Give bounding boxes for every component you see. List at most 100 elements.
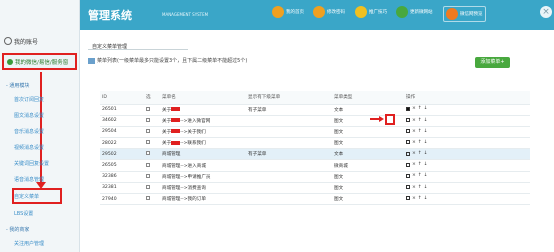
edit-icon[interactable] [406, 118, 410, 123]
edit-icon[interactable] [406, 151, 410, 156]
delete-icon[interactable]: × [412, 106, 416, 111]
account-link[interactable]: 我的账号 [0, 32, 79, 50]
move-up-icon[interactable]: ↑ [418, 118, 422, 123]
cell-parent [246, 193, 332, 206]
row-checkbox[interactable] [146, 184, 150, 189]
edit-icon[interactable] [406, 196, 410, 201]
nav-preview[interactable]: 微信网预览 [443, 6, 486, 22]
move-down-icon[interactable]: ↓ [424, 196, 428, 201]
cell-ops: × ↑ ↓ [404, 148, 530, 161]
sidebar-item-custom-menu[interactable]: 自定义菜单 [14, 193, 39, 200]
move-down-icon[interactable]: ↓ [424, 129, 428, 134]
delete-icon[interactable]: × [412, 173, 416, 178]
edit-icon[interactable] [406, 162, 410, 167]
move-up-icon[interactable]: ↑ [418, 185, 422, 190]
nav-label: 推广技巧 [369, 10, 387, 15]
delete-icon[interactable]: × [412, 129, 416, 134]
cell-select [144, 193, 160, 206]
move-up-icon[interactable]: ↑ [418, 151, 422, 156]
sidebar-item[interactable]: 关键词回复设置 [14, 160, 49, 167]
cell-type: 图文 [332, 182, 404, 195]
move-down-icon[interactable]: ↓ [424, 185, 428, 190]
edit-icon[interactable] [406, 140, 410, 145]
row-checkbox[interactable] [146, 140, 150, 145]
edit-icon[interactable] [406, 173, 410, 178]
cell-ops: × ↑ ↓ [404, 137, 530, 150]
table-row[interactable]: 32381 商城管理-->消费查询 图文 × ↑ ↓ [100, 182, 530, 195]
edit-icon[interactable] [406, 185, 410, 190]
cell-ops: × ↑ ↓ [404, 126, 530, 139]
cell-type: 图文 [332, 193, 404, 206]
table-row[interactable]: 29504 关于 -->关于我们 图文 × ↑ ↓ [100, 126, 530, 139]
table-row[interactable]: 34602 关于 -->进入微官网 图文 × ↑ ↓ [100, 115, 530, 127]
cell-id: 26505 [100, 159, 144, 172]
main-content: 自定义菜单管理 菜单列表(一级菜单最多只能设置3个，且下属二级菜单不能超过5个)… [80, 30, 554, 252]
table-row[interactable]: 32386 商城管理-->申请推广员 图文 × ↑ ↓ [100, 171, 530, 183]
sidebar-item[interactable]: 首次订阅回复 [14, 96, 44, 103]
row-checkbox[interactable] [146, 162, 150, 167]
nav-tips[interactable]: 推广技巧 [355, 6, 387, 18]
delete-icon[interactable]: × [412, 151, 416, 156]
cell-select [144, 126, 160, 139]
move-down-icon[interactable]: ↓ [424, 140, 428, 145]
row-checkbox[interactable] [146, 196, 150, 201]
group-merchant[interactable]: - 我的商家 [6, 226, 29, 233]
move-up-icon[interactable]: ↑ [418, 162, 422, 167]
lock-icon [313, 6, 325, 18]
row-checkbox[interactable] [146, 151, 150, 156]
row-checkbox[interactable] [146, 128, 150, 133]
table-row[interactable]: 29502 商城管理 有子菜单 文本 × ↑ ↓ [100, 148, 530, 161]
move-down-icon[interactable]: ↓ [424, 173, 428, 178]
sidebar-item[interactable]: 视频消息设置 [14, 144, 44, 151]
table-header-row: ID 选 菜单名 显示有下级菜单 菜单类型 操作 [100, 91, 530, 105]
move-down-icon[interactable]: ↓ [424, 162, 428, 167]
group-general[interactable]: - 通用模块 [6, 82, 29, 89]
menu-name: 关于 [162, 129, 172, 135]
cell-type: 文本 [332, 148, 404, 161]
edit-icon[interactable] [406, 106, 410, 111]
row-checkbox[interactable] [146, 106, 150, 111]
table-row[interactable]: 27940 商城管理-->我的订单 图文 × ↑ ↓ [100, 193, 530, 206]
delete-icon[interactable]: × [412, 185, 416, 190]
menu-name-suffix: -->关于我们 [180, 129, 206, 135]
wechat-section[interactable]: 我的微信/易信/服务窗 [2, 53, 77, 70]
col-id: ID [100, 91, 144, 105]
cell-ops: × ↑ ↓ [404, 182, 530, 195]
move-up-icon[interactable]: ↑ [418, 140, 422, 145]
list-icon [88, 57, 95, 64]
nav-update-site[interactable]: 更新微网站 [396, 6, 433, 18]
table-row[interactable]: 26501 关于 有子菜单 文本 × ↑ ↓ [100, 104, 530, 116]
move-down-icon[interactable]: ↓ [424, 106, 428, 111]
notice-text: 菜单列表(一级菜单最多只能设置3个，且下属二级菜单不能超过5个) [97, 58, 248, 64]
table-row[interactable]: 28022 关于 -->联系我们 图文 × ↑ ↓ [100, 137, 530, 150]
sidebar-item[interactable]: 图文消息设置 [14, 112, 44, 119]
nav-home[interactable]: 我的首页 [272, 6, 304, 18]
delete-icon[interactable]: × [412, 140, 416, 145]
sidebar-item[interactable]: LBS设置 [14, 210, 33, 217]
delete-icon[interactable]: × [412, 196, 416, 201]
cell-ops: × ↑ ↓ [404, 104, 530, 116]
move-up-icon[interactable]: ↑ [418, 173, 422, 178]
add-menu-button[interactable]: 添加菜单+ [475, 57, 510, 68]
delete-icon[interactable]: × [412, 118, 416, 123]
move-up-icon[interactable]: ↑ [418, 129, 422, 134]
sidebar-item[interactable]: 语音消息管理 [14, 176, 44, 183]
sidebar: 我的账号 我的微信/易信/服务窗 - 通用模块 首次订阅回复 图文消息设置 音乐… [0, 0, 80, 252]
move-up-icon[interactable]: ↑ [418, 196, 422, 201]
move-down-icon[interactable]: ↓ [424, 118, 428, 123]
delete-icon[interactable]: × [412, 162, 416, 167]
table-row[interactable]: 26505 商城管理-->进入商城 微商城 × ↑ ↓ [100, 159, 530, 172]
menu-name: 关于 [162, 107, 172, 113]
move-down-icon[interactable]: ↓ [424, 151, 428, 156]
row-checkbox[interactable] [146, 173, 150, 178]
cell-name: 商城管理-->消费查询 [160, 182, 246, 195]
cell-select [144, 159, 160, 172]
sidebar-item[interactable]: 音乐消息设置 [14, 128, 44, 135]
sidebar-item[interactable]: 关注用户管理 [14, 240, 44, 247]
edit-icon[interactable] [406, 129, 410, 134]
row-checkbox[interactable] [146, 117, 150, 122]
cell-id: 26501 [100, 104, 144, 116]
close-icon[interactable]: × [540, 6, 552, 18]
nav-change-password[interactable]: 修改密码 [313, 6, 345, 18]
move-up-icon[interactable]: ↑ [418, 106, 422, 111]
